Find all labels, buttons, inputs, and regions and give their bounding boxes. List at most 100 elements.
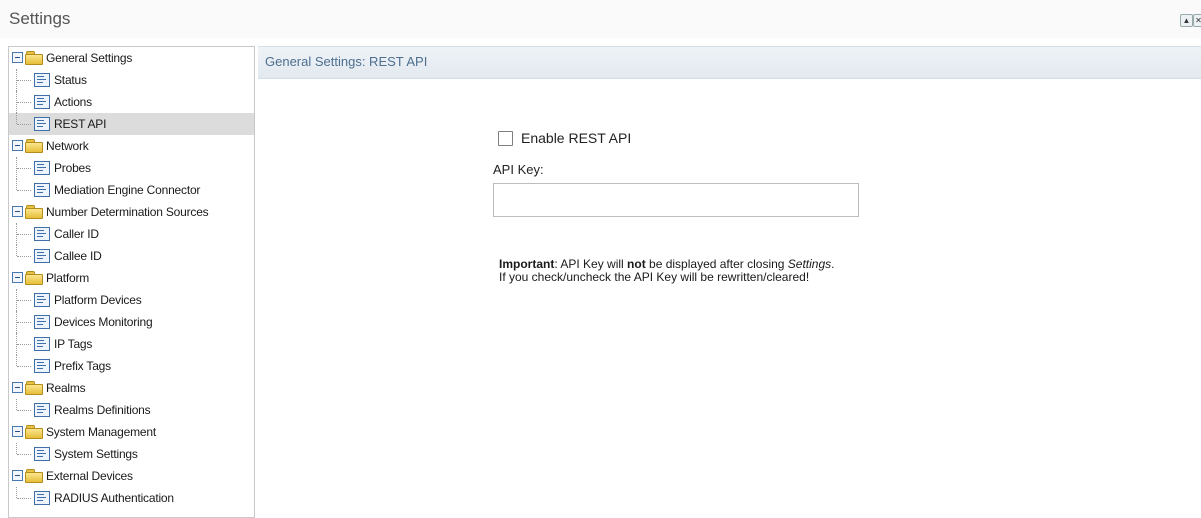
tree-item-label: Devices Monitoring — [54, 315, 153, 329]
tree-category[interactable]: External Devices — [9, 465, 254, 487]
folder-icon — [25, 139, 43, 154]
tree-category-label: Platform — [46, 271, 90, 285]
tree-item[interactable]: RADIUS Authentication — [9, 487, 254, 509]
note-text-c: . — [831, 257, 835, 271]
close-icon[interactable]: ✕ — [1193, 14, 1201, 27]
tree-connector — [16, 245, 17, 256]
tree-category[interactable]: System Management — [9, 421, 254, 443]
tree-connector — [17, 366, 31, 367]
collapse-toggle-icon[interactable] — [12, 52, 23, 64]
page-icon — [34, 292, 50, 307]
tree-item-label: RADIUS Authentication — [54, 491, 174, 505]
tree-category[interactable]: General Settings — [9, 47, 254, 69]
tree-item-label: System Settings — [54, 447, 138, 461]
tree-connector — [17, 256, 31, 257]
tree-connector — [17, 190, 31, 191]
tree-item[interactable]: Probes — [9, 157, 254, 179]
enable-rest-api-row[interactable]: Enable REST API — [498, 130, 631, 146]
note-text-a: : API Key will — [554, 257, 628, 271]
tree-item[interactable]: Callee ID — [9, 245, 254, 267]
tree-connector — [17, 322, 31, 323]
collapse-toggle-icon[interactable] — [12, 426, 23, 438]
note-line-2: If you check/uncheck the API Key will be… — [499, 270, 810, 284]
tree-category-label: External Devices — [46, 469, 133, 483]
page-icon — [34, 490, 50, 505]
tree-connector — [17, 344, 31, 345]
tree-item[interactable]: Actions — [9, 91, 254, 113]
page-icon — [34, 336, 50, 351]
api-key-input[interactable] — [493, 183, 859, 217]
tree-item[interactable]: Platform Devices — [9, 289, 254, 311]
tree-item-label: Callee ID — [54, 249, 102, 263]
tree-category-label: Realms — [46, 381, 86, 395]
tree-item-label: Platform Devices — [54, 293, 142, 307]
tree-item[interactable]: Status — [9, 69, 254, 91]
tree-category-label: Number Determination Sources — [46, 205, 209, 219]
page-icon — [34, 226, 50, 241]
folder-icon — [25, 271, 43, 286]
tree-connector — [17, 168, 31, 169]
window-title: Settings — [9, 9, 71, 28]
tree-item[interactable]: System Settings — [9, 443, 254, 465]
collapse-toggle-icon[interactable] — [12, 382, 23, 394]
panel-header: General Settings: REST API — [258, 46, 1201, 79]
tree-category[interactable]: Platform — [9, 267, 254, 289]
tree-item[interactable]: Caller ID — [9, 223, 254, 245]
page-icon — [34, 182, 50, 197]
tree-connector — [16, 487, 17, 498]
tree-item-label: Actions — [54, 95, 92, 109]
collapse-toggle-icon[interactable] — [12, 206, 23, 218]
api-key-label: API Key: — [493, 162, 544, 177]
tree-item[interactable]: Devices Monitoring — [9, 311, 254, 333]
page-icon — [34, 94, 50, 109]
tree-connector — [17, 410, 31, 411]
tree-category-label: Network — [46, 139, 89, 153]
tree-category[interactable]: Network — [9, 135, 254, 157]
tree-item-label: REST API — [54, 117, 107, 131]
important-note: Important: API Key will not be displayed… — [499, 258, 835, 284]
collapse-toggle-icon[interactable] — [12, 470, 23, 482]
tree-category[interactable]: Number Determination Sources — [9, 201, 254, 223]
collapse-toggle-icon[interactable] — [12, 140, 23, 152]
enable-rest-api-checkbox[interactable] — [498, 130, 513, 146]
tree-connector — [16, 399, 17, 410]
tree-item[interactable]: Prefix Tags — [9, 355, 254, 377]
folder-icon — [25, 469, 43, 484]
tree-item[interactable]: Realms Definitions — [9, 399, 254, 421]
note-not: not — [627, 257, 646, 271]
tree-item[interactable]: REST API — [9, 113, 254, 135]
folder-icon — [25, 381, 43, 396]
tree-item-label: Realms Definitions — [54, 403, 151, 417]
enable-rest-api-label: Enable REST API — [521, 130, 632, 146]
tree-connector — [17, 124, 31, 125]
tree-category-label: General Settings — [46, 51, 133, 65]
note-important: Important — [499, 257, 555, 271]
tree-connector — [17, 454, 31, 455]
collapse-up-icon[interactable]: ▲ — [1180, 14, 1193, 27]
tree-category-label: System Management — [46, 425, 156, 439]
tree-item-label: Status — [54, 73, 87, 87]
tree-category[interactable]: Realms — [9, 377, 254, 399]
tree-connector — [17, 102, 31, 103]
tree-connector — [16, 113, 17, 124]
tree-connector — [16, 443, 17, 454]
tree-item-label: Probes — [54, 161, 91, 175]
page-icon — [34, 72, 50, 87]
tree-connector — [16, 355, 17, 366]
tree-connector — [17, 234, 31, 235]
window-titlebar: Settings ▲ ✕ — [0, 0, 1201, 38]
tree-item[interactable]: IP Tags — [9, 333, 254, 355]
tree-item-label: IP Tags — [54, 337, 93, 351]
tree-connector — [16, 179, 17, 190]
tree-item[interactable]: Mediation Engine Connector — [9, 179, 254, 201]
page-icon — [34, 160, 50, 175]
collapse-toggle-icon[interactable] — [12, 272, 23, 284]
note-settings: Settings — [787, 257, 832, 271]
page-icon — [34, 314, 50, 329]
page-icon — [34, 358, 50, 373]
tree-item-label: Caller ID — [54, 227, 99, 241]
page-icon — [34, 248, 50, 263]
page-icon — [34, 446, 50, 461]
tree-item-label: Prefix Tags — [54, 359, 111, 373]
tree-item-label: Mediation Engine Connector — [54, 183, 201, 197]
